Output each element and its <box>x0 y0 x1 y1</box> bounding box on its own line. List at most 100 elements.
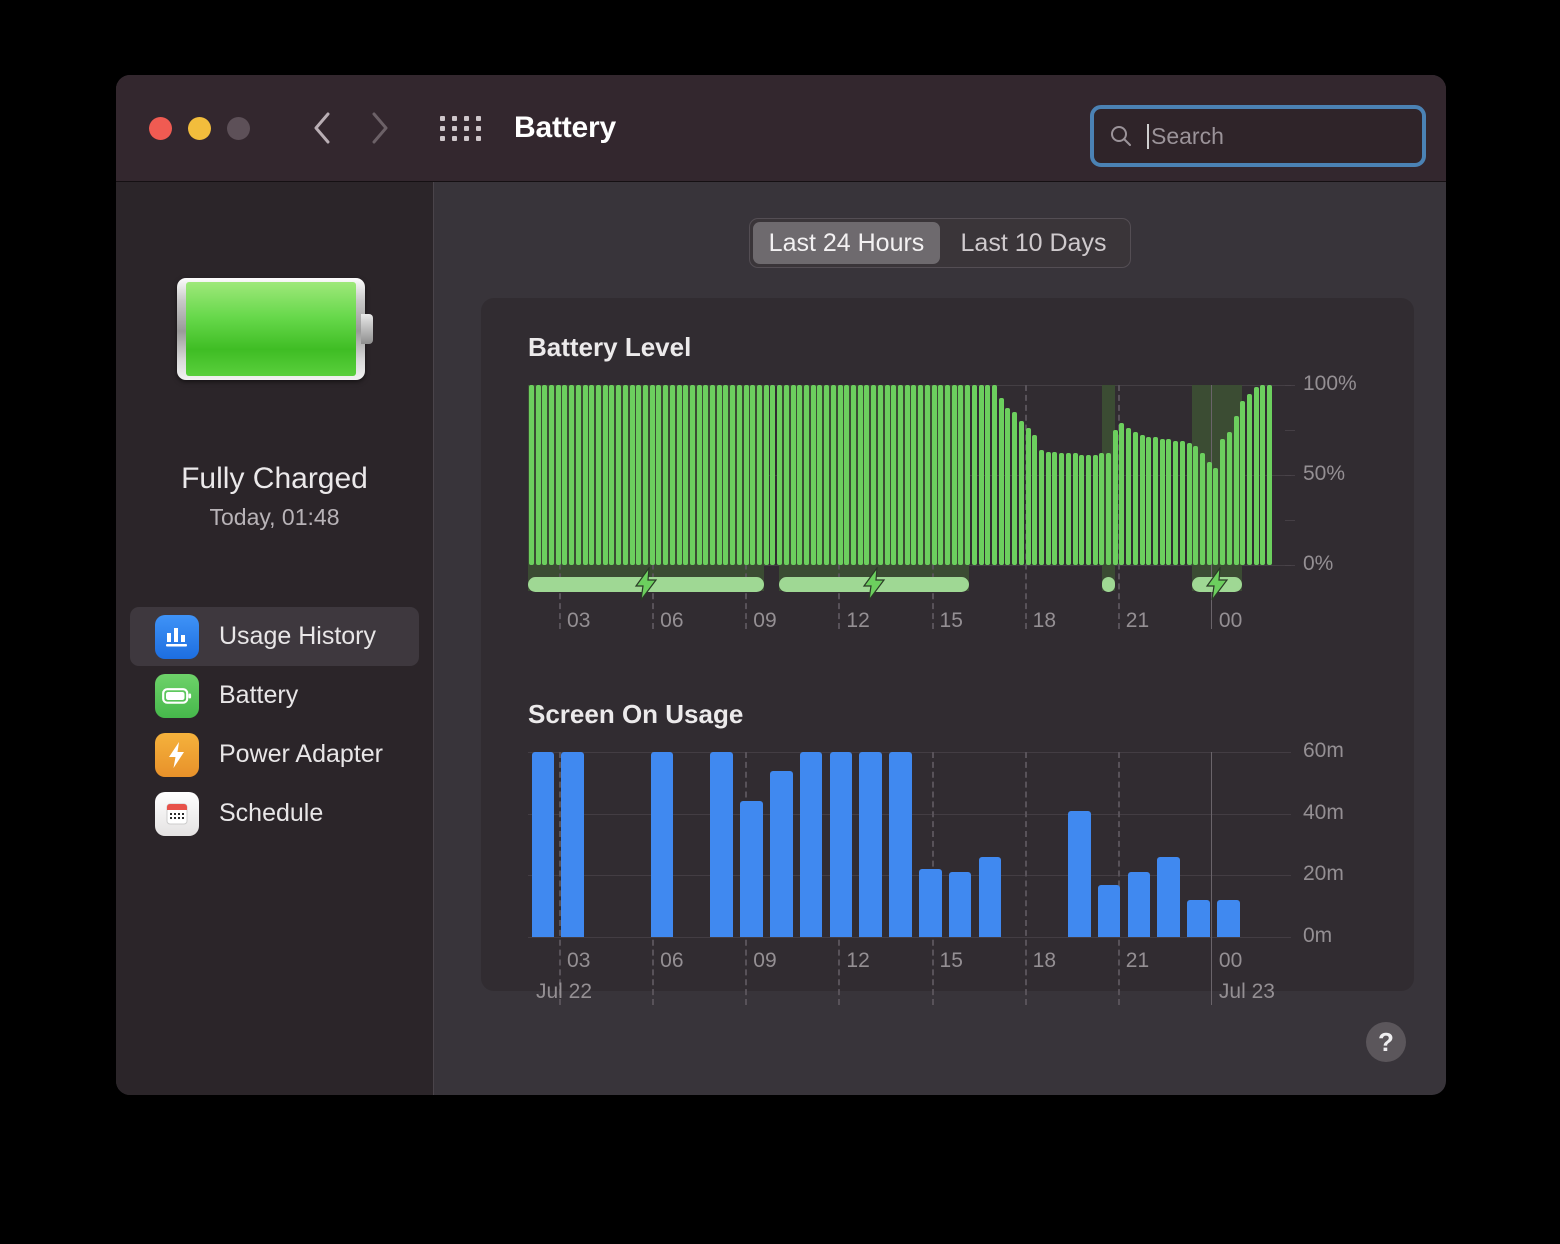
battery-level-bar <box>837 385 843 565</box>
sidebar-item-power-adapter[interactable]: Power Adapter <box>130 725 419 784</box>
battery-level-bar <box>1079 455 1085 565</box>
battery-level-bar <box>1025 428 1031 565</box>
axis-tick <box>1285 520 1295 521</box>
battery-level-bar <box>991 385 997 565</box>
screen-on-usage-bar <box>918 869 942 937</box>
battery-level-bar <box>1119 422 1125 565</box>
battery-level-bar <box>1200 453 1206 565</box>
zoom-window-button[interactable] <box>227 116 250 140</box>
battery-level-bar <box>1032 435 1038 565</box>
screen-on-usage-bar <box>561 752 585 937</box>
sidebar-item-battery[interactable]: Battery <box>130 666 419 725</box>
battery-level-bar <box>723 385 729 565</box>
battery-level-bar <box>810 385 816 565</box>
battery-level-bar <box>938 385 944 565</box>
gridline-vertical <box>1024 752 1027 1005</box>
battery-level-bar <box>1253 386 1259 565</box>
battery-level-bar <box>1206 462 1212 565</box>
charts-panel: Battery Level 03 06 09 12 15 18 21 00 100% 50% 0% … <box>481 298 1414 1005</box>
battery-level-bar <box>1139 435 1145 565</box>
battery-level-bar <box>710 385 716 565</box>
battery-level-bar <box>777 385 783 565</box>
battery-level-bar <box>1146 437 1152 565</box>
y-axis-tick-label: 20m <box>1303 862 1344 886</box>
screen-on-usage-bar <box>1067 810 1091 937</box>
battery-level-bar <box>817 385 823 565</box>
y-axis-tick-label: 0% <box>1303 552 1334 575</box>
show-all-grid-icon[interactable] <box>440 115 483 141</box>
battery-level-bar <box>804 385 810 565</box>
battery-level-bar <box>1112 430 1118 565</box>
x-axis-tick-label: 09 <box>753 609 777 632</box>
y-axis-tick-label: 60m <box>1303 739 1344 762</box>
battery-level-bar <box>1132 431 1138 565</box>
battery-level-bar <box>589 385 595 565</box>
sidebar-item-label: Power Adapter <box>219 740 383 768</box>
battery-level-bar <box>656 385 662 565</box>
battery-level-bar <box>824 385 830 565</box>
battery-preferences-window: Battery Fully Charged Today, 01:48 <box>116 75 1446 1095</box>
sidebar-item-usage-history[interactable]: Usage History <box>130 607 419 666</box>
battery-level-bar <box>1153 437 1159 565</box>
battery-level-bar <box>528 385 534 565</box>
battery-level-bar <box>851 385 857 565</box>
text-caret <box>1147 123 1149 149</box>
x-axis-tick-label: 18 <box>1032 949 1057 972</box>
help-button[interactable]: ? <box>1366 1022 1406 1062</box>
sidebar-item-schedule[interactable]: Schedule <box>130 784 419 843</box>
search-input[interactable] <box>1151 122 1371 150</box>
battery-level-bar <box>857 385 863 565</box>
tab-last-10-days[interactable]: Last 10 Days <box>940 222 1127 264</box>
battery-level-bar <box>1012 412 1018 565</box>
axis-tick <box>1285 565 1295 566</box>
battery-level-chart-title: Battery Level <box>528 332 692 362</box>
battery-level-bar <box>944 385 950 565</box>
battery-level-bar <box>1018 421 1024 565</box>
battery-level-bar <box>609 385 615 565</box>
sidebar: Fully Charged Today, 01:48 Usage History <box>116 182 434 1095</box>
minimize-window-button[interactable] <box>188 116 211 140</box>
battery-level-bar <box>911 385 917 565</box>
battery-level-chart: 03 06 09 12 15 18 21 00 100% 50% 0% <box>481 372 1414 643</box>
battery-level-bar <box>542 385 548 565</box>
battery-level-bar <box>1038 449 1044 565</box>
screen-on-usage-bar <box>1216 900 1240 937</box>
search-field[interactable] <box>1090 105 1426 167</box>
battery-level-bar <box>616 385 622 565</box>
screen-on-usage-bar <box>978 856 1002 937</box>
x-axis-tick-label: 12 <box>846 609 870 632</box>
tab-last-24-hours[interactable]: Last 24 Hours <box>753 222 940 264</box>
axis-tick <box>1285 385 1295 386</box>
screen-on-usage-bar <box>769 770 793 937</box>
battery-status-title: Fully Charged <box>181 462 368 495</box>
battery-level-bar <box>978 385 984 565</box>
battery-level-bar <box>703 385 709 565</box>
screen-on-usage-bar <box>650 752 674 937</box>
page-title: Battery <box>514 111 616 144</box>
battery-level-bar <box>1213 467 1219 565</box>
battery-level-bar <box>958 385 964 565</box>
battery-level-bar <box>602 385 608 565</box>
battery-level-bar <box>582 385 588 565</box>
battery-level-bar <box>783 385 789 565</box>
traffic-light-buttons <box>149 116 250 140</box>
battery-level-bar <box>1126 428 1132 565</box>
battery-level-bar <box>683 385 689 565</box>
forward-chevron-icon[interactable] <box>368 111 390 145</box>
battery-level-bar <box>736 385 742 565</box>
battery-large-icon <box>176 278 373 380</box>
battery-level-bar <box>1267 385 1273 565</box>
battery-level-bar <box>1092 455 1098 565</box>
screen-on-usage-chart-title: Screen On Usage <box>528 699 744 729</box>
screen-on-usage-bar <box>1127 872 1151 937</box>
battery-level-bar <box>898 385 903 565</box>
charging-bolt-icon <box>633 565 659 601</box>
gridline-horizontal <box>528 937 1291 938</box>
battery-level-bar <box>569 385 575 565</box>
battery-level-bar <box>1059 453 1065 565</box>
x-axis-tick-label: 09 <box>753 949 777 972</box>
close-window-button[interactable] <box>149 116 172 140</box>
x-axis-tick-label: 03 <box>567 609 591 632</box>
battery-level-bar <box>750 385 756 565</box>
back-chevron-icon[interactable] <box>312 111 334 145</box>
